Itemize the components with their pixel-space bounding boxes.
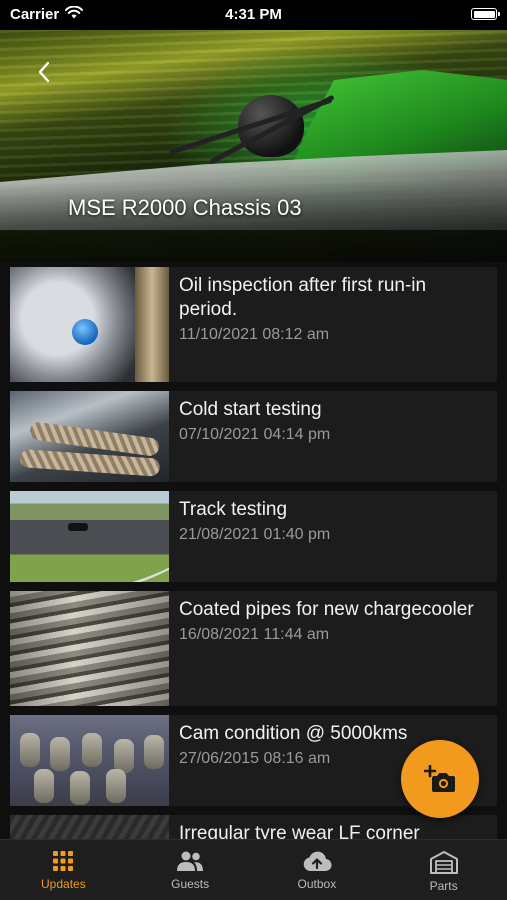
oil-inspection-thumbnail: [10, 267, 169, 382]
carrier-label: Carrier: [10, 5, 60, 23]
tab-label: Parts: [429, 879, 458, 893]
tab-guests[interactable]: Guests: [127, 840, 254, 900]
camshaft-thumbnail: [10, 715, 169, 806]
garage-icon: [429, 851, 458, 874]
add-photo-button[interactable]: [401, 740, 479, 818]
chevron-left-icon: [38, 61, 50, 83]
update-date: 11/10/2021 08:12 am: [179, 326, 330, 343]
tab-label: Outbox: [297, 877, 337, 891]
update-title: Cold start testing: [179, 399, 322, 420]
update-date: 21/08/2021 01:40 pm: [179, 526, 331, 543]
update-title: Oil inspection after first run-in period…: [179, 275, 427, 320]
people-icon: [177, 851, 204, 871]
back-button[interactable]: [30, 58, 58, 86]
cloud-upload-icon: [303, 851, 332, 872]
add-photo-icon: [424, 765, 455, 792]
track-thumbnail: [10, 491, 169, 582]
tab-bar: Updates Guests Outbox Parts: [0, 839, 507, 900]
hero-image: [0, 0, 507, 262]
update-card[interactable]: Cold start testing 07/10/2021 04:14 pm: [10, 391, 497, 482]
battery-icon: [471, 8, 500, 20]
wifi-icon: [65, 5, 84, 23]
tab-label: Guests: [171, 877, 210, 891]
grid-icon: [53, 851, 74, 871]
tab-updates[interactable]: Updates: [0, 840, 127, 900]
tab-parts[interactable]: Parts: [380, 840, 507, 900]
update-title: Track testing: [179, 499, 288, 520]
engine-bay-thumbnail: [10, 391, 169, 482]
page-title: MSE R2000 Chassis 03: [68, 195, 302, 220]
update-date: 07/10/2021 04:14 pm: [179, 426, 331, 443]
update-card[interactable]: Track testing 21/08/2021 01:40 pm: [10, 491, 497, 582]
update-card[interactable]: Oil inspection after first run-in period…: [10, 267, 497, 382]
tab-outbox[interactable]: Outbox: [254, 840, 381, 900]
coated-pipes-thumbnail: [10, 591, 169, 706]
update-title: Coated pipes for new chargecooler: [179, 599, 474, 620]
update-date: 16/08/2021 11:44 am: [179, 626, 330, 643]
tab-label: Updates: [41, 877, 86, 891]
update-card[interactable]: Coated pipes for new chargecooler 16/08/…: [10, 591, 497, 706]
status-bar: Carrier 4:31 PM: [0, 0, 507, 28]
